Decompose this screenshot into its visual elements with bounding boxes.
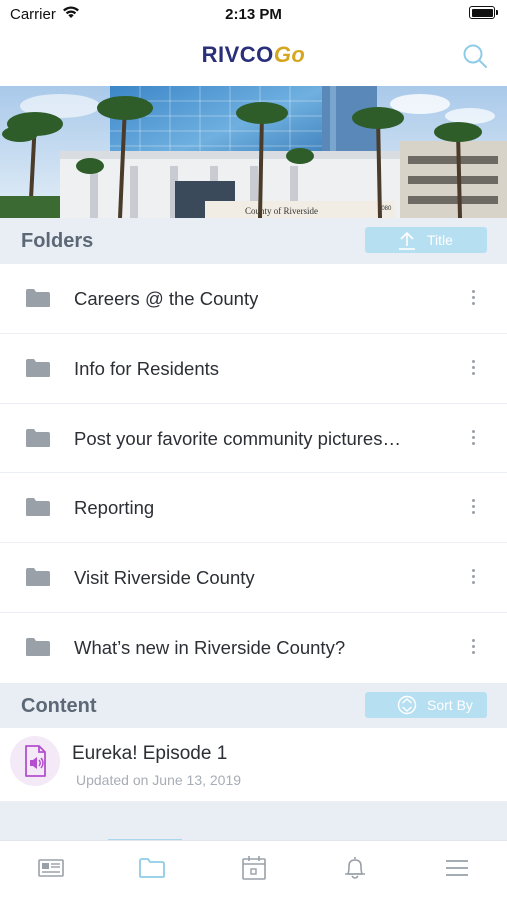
- folder-label: Visit Riverside County: [74, 567, 255, 589]
- sort-by-title-button[interactable]: Title: [365, 227, 487, 253]
- upload-arrow-icon: [399, 231, 415, 250]
- status-time: 2:13 PM: [225, 6, 282, 23]
- content-section-title: Content: [21, 695, 97, 717]
- search-button[interactable]: [461, 42, 489, 70]
- battery-icon: [469, 6, 498, 19]
- folder-row[interactable]: Visit Riverside County: [0, 543, 507, 613]
- folder-label: What’s new in Riverside County?: [74, 636, 346, 658]
- content-icon-badge: [10, 736, 60, 786]
- folder-icon: [26, 289, 50, 307]
- status-bar: Carrier 2:13 PM: [0, 0, 507, 28]
- bell-icon: [345, 857, 366, 879]
- more-options-button[interactable]: [469, 359, 477, 378]
- content-section-header: Content Sort By: [0, 683, 507, 728]
- folder-row[interactable]: Reporting: [0, 473, 507, 544]
- logo-main-text: RIVCO: [201, 42, 274, 67]
- more-options-button[interactable]: [469, 290, 477, 308]
- folder-row[interactable]: Careers @ the County: [0, 264, 507, 334]
- more-options-button[interactable]: [469, 569, 477, 587]
- county-building-illustration: County of Riverside 4080: [0, 86, 507, 218]
- folder-icon: [26, 428, 50, 447]
- hero-image: County of Riverside 4080: [0, 86, 507, 218]
- tab-notifications[interactable]: [304, 841, 405, 900]
- folder-icon: [26, 498, 50, 517]
- list-footer-spacer: [0, 802, 507, 840]
- content-updated-date: Updated on June 13, 2019: [76, 772, 242, 788]
- more-options-button[interactable]: [469, 429, 477, 448]
- folder-icon: [26, 568, 50, 587]
- folder-label: Careers @ the County: [74, 288, 259, 309]
- folder-label: Reporting: [74, 497, 155, 519]
- folders-section-header: Folders Title: [0, 218, 507, 264]
- logo-accent-text: Go: [273, 42, 306, 67]
- folder-list: Careers @ the County Info for Residents …: [0, 264, 507, 683]
- hamburger-menu-icon: [445, 860, 468, 876]
- sort-button-label: Title: [427, 232, 453, 248]
- folder-icon: [26, 637, 50, 656]
- folders-section-title: Folders: [21, 230, 94, 252]
- more-options-button[interactable]: [469, 499, 477, 517]
- app-logo: RIVCOGo: [0, 42, 507, 68]
- audio-file-icon: [25, 745, 46, 777]
- sort-button-label: Sort By: [427, 697, 473, 713]
- tab-news[interactable]: [0, 841, 101, 900]
- folder-label: Info for Residents: [74, 357, 219, 379]
- folder-row[interactable]: What’s new in Riverside County?: [0, 612, 507, 683]
- content-title: Eureka! Episode 1: [72, 743, 228, 764]
- folder-icon: [139, 858, 166, 878]
- tab-bar: [0, 840, 507, 900]
- battery-level: [471, 8, 493, 17]
- tab-calendar[interactable]: [203, 841, 304, 900]
- search-icon: [463, 44, 487, 68]
- calendar-icon: [241, 856, 266, 880]
- more-options-button[interactable]: [469, 638, 477, 657]
- sort-arrows-icon: [397, 695, 417, 715]
- folder-icon: [26, 358, 50, 377]
- content-item[interactable]: Eureka! Episode 1 Updated on June 13, 20…: [0, 728, 507, 802]
- tab-menu[interactable]: [406, 841, 507, 900]
- folder-row[interactable]: Info for Residents: [0, 333, 507, 404]
- app-header: RIVCOGo: [0, 28, 507, 86]
- tab-folders[interactable]: [101, 841, 202, 900]
- folder-row[interactable]: Post your favorite community pictures…: [0, 403, 507, 474]
- building-sign-text: County of Riverside: [245, 206, 318, 216]
- folder-label: Post your favorite community pictures…: [74, 427, 401, 449]
- sort-by-button[interactable]: Sort By: [365, 692, 487, 718]
- newspaper-icon: [38, 859, 64, 877]
